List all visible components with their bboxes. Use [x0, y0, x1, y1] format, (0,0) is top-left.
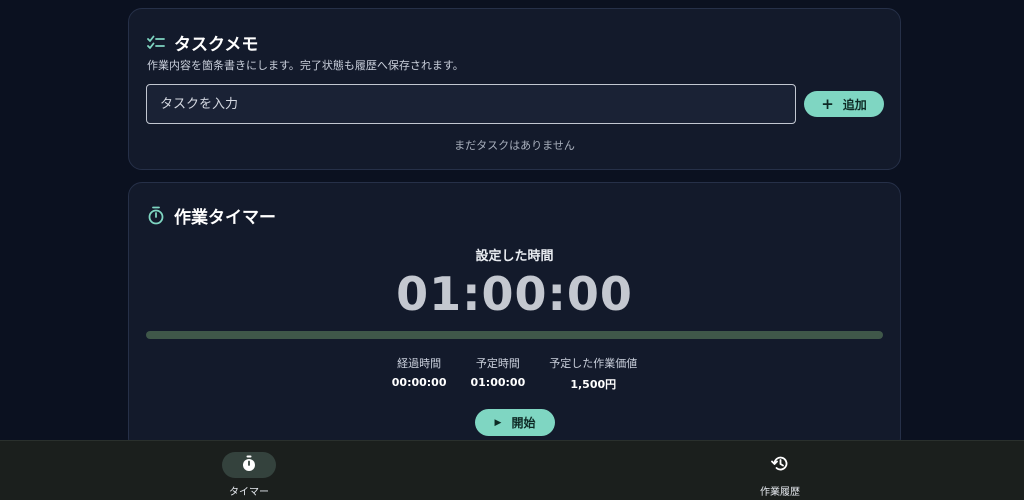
- add-task-button[interactable]: + 追加: [804, 91, 884, 117]
- app-page: タスクメモ 作業内容を箇条書きにします。完了状態も履歴へ保存されます。 + 追加…: [0, 0, 1024, 500]
- start-button[interactable]: ▶ 開始: [475, 409, 555, 436]
- checklist-icon: [147, 35, 165, 51]
- stat-label: 予定した作業価値: [549, 357, 638, 370]
- nav-tab-history[interactable]: 作業履歴: [735, 441, 825, 498]
- task-memo-title: タスクメモ: [174, 35, 259, 55]
- nav-tab-history-indicator: [753, 452, 807, 478]
- stat-label: 経過時間: [397, 357, 442, 370]
- work-timer-title: 作業タイマー: [174, 208, 276, 228]
- play-icon: ▶: [494, 417, 502, 428]
- task-input[interactable]: [146, 84, 796, 124]
- bottom-navigation: タイマー 作業履歴: [0, 440, 1024, 500]
- planned-value-stat: 予定した作業価値 1,500円: [549, 355, 637, 392]
- empty-task-message: まだタスクはありません: [454, 139, 575, 152]
- task-memo-description: 作業内容を箇条書きにします。完了状態も履歴へ保存されます。: [147, 59, 464, 72]
- nav-tab-timer-label: タイマー: [229, 487, 269, 498]
- nav-tab-history-label: 作業履歴: [760, 487, 800, 498]
- stopwatch-icon: [241, 455, 257, 476]
- timer-progress-bar: [146, 331, 883, 339]
- elapsed-time-stat: 経過時間 00:00:00: [392, 355, 447, 392]
- start-label: 開始: [511, 416, 536, 430]
- timer-display: 01:00:00: [396, 267, 633, 321]
- stat-label: 予定時間: [475, 357, 520, 370]
- add-task-label: 追加: [842, 97, 867, 112]
- set-time-label: 設定した時間: [475, 249, 554, 264]
- history-icon: [771, 455, 789, 476]
- task-memo-header: タスクメモ: [147, 30, 258, 55]
- nav-tab-timer[interactable]: タイマー: [205, 441, 293, 498]
- work-timer-card: 作業タイマー 設定した時間 01:00:00 経過時間 00:00:00 予定時…: [128, 182, 901, 452]
- timer-stats: 経過時間 00:00:00 予定時間 01:00:00 予定した作業価値 1,5…: [129, 355, 900, 392]
- task-memo-card: タスクメモ 作業内容を箇条書きにします。完了状態も履歴へ保存されます。 + 追加…: [128, 8, 901, 170]
- stat-value: 01:00:00: [470, 376, 526, 389]
- nav-tab-timer-indicator: [222, 452, 276, 478]
- work-timer-header: 作業タイマー: [147, 203, 276, 228]
- stat-value: 00:00:00: [391, 376, 447, 389]
- plus-icon: +: [821, 94, 834, 113]
- stopwatch-icon: [147, 206, 165, 225]
- planned-time-stat: 予定時間 01:00:00: [471, 355, 526, 392]
- stat-value: 1,500円: [570, 378, 617, 391]
